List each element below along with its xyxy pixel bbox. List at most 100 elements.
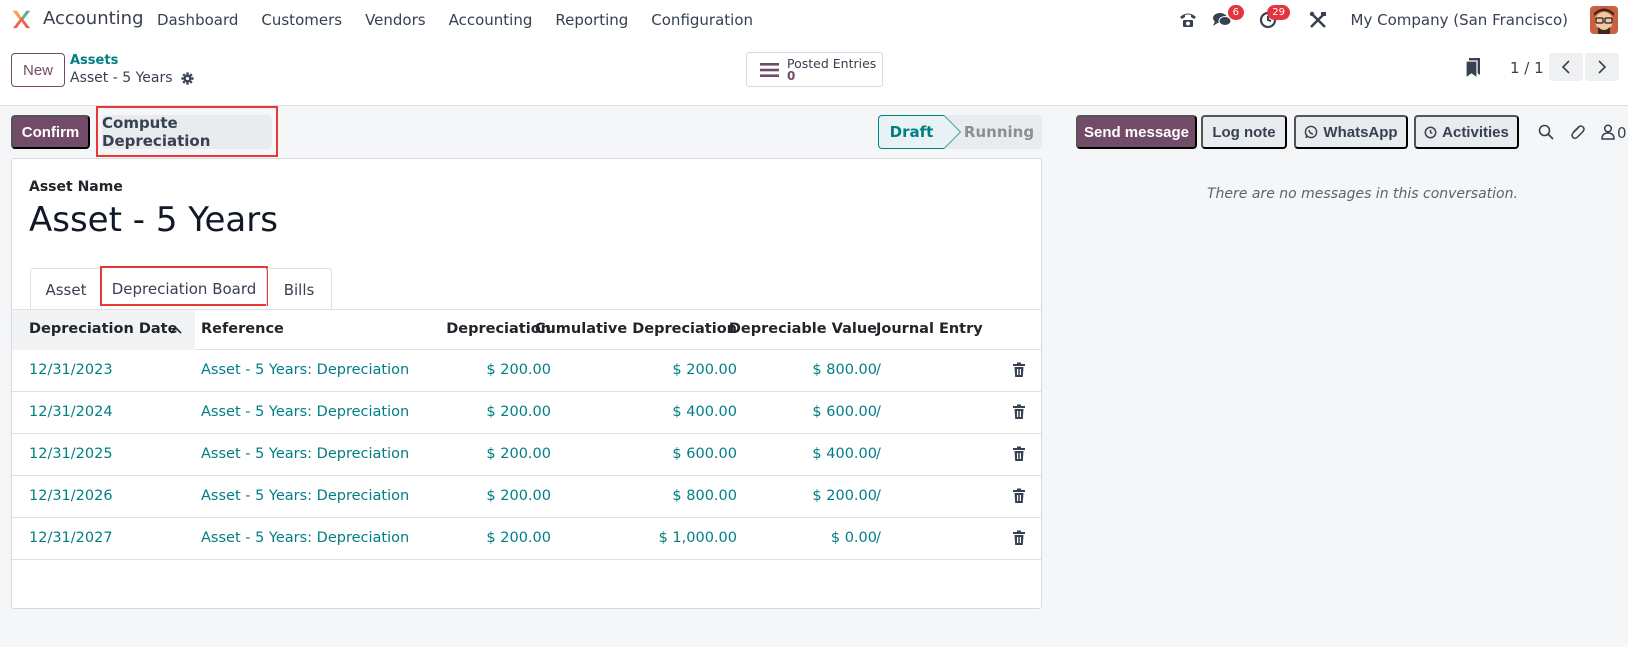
search-icon[interactable]: [1538, 124, 1554, 140]
cell-depreciation[interactable]: $ 200.00: [486, 530, 551, 546]
app-name[interactable]: Accounting: [43, 8, 144, 29]
cell-journal-entry[interactable]: /: [876, 404, 881, 420]
cell-cumulative[interactable]: $ 1,000.00: [659, 530, 737, 546]
send-message-button[interactable]: Send message: [1076, 115, 1197, 149]
table-row[interactable]: 12/31/2023 Asset - 5 Years: Depreciation $…: [12, 350, 1041, 392]
navbar-systray: 6 29 My Company (San Francisco): [1168, 0, 1628, 40]
tools-icon[interactable]: [1308, 10, 1328, 30]
cell-date[interactable]: 12/31/2027: [29, 530, 113, 546]
cell-cumulative[interactable]: $ 200.00: [672, 362, 737, 378]
clock-icon[interactable]: 29: [1258, 5, 1290, 30]
new-button[interactable]: New: [11, 53, 65, 87]
cell-reference[interactable]: Asset - 5 Years: Depreciation: [201, 530, 409, 546]
cell-depreciable-value[interactable]: $ 800.00: [812, 362, 877, 378]
activities-button[interactable]: Activities: [1414, 115, 1519, 149]
cell-reference[interactable]: Asset - 5 Years: Depreciation: [201, 488, 409, 504]
bookmark-icon[interactable]: [1464, 57, 1482, 79]
asset-name-label: Asset Name: [29, 179, 123, 195]
col-journal-entry[interactable]: Journal Entry: [876, 321, 983, 337]
confirm-button[interactable]: Confirm: [11, 115, 90, 149]
whatsapp-button[interactable]: WhatsApp: [1294, 115, 1408, 149]
col-cumulative-depreciation[interactable]: Cumulative Depreciation: [535, 321, 737, 337]
log-note-button[interactable]: Log note: [1201, 115, 1287, 149]
cell-reference[interactable]: Asset - 5 Years: Depreciation: [201, 362, 409, 378]
cell-depreciation[interactable]: $ 200.00: [486, 446, 551, 462]
cell-journal-entry[interactable]: /: [876, 446, 881, 462]
breadcrumb-assets[interactable]: Assets: [70, 53, 118, 68]
cell-date[interactable]: 12/31/2025: [29, 446, 113, 462]
phone-icon[interactable]: [1178, 10, 1198, 30]
compute-depreciation-highlight: Compute Depreciation: [96, 106, 278, 157]
form-sheet: Asset Name Asset - 5 Years Asset Depreci…: [11, 158, 1042, 609]
pager-value[interactable]: 1 / 1: [1510, 59, 1544, 77]
cell-depreciable-value[interactable]: $ 0.00: [831, 530, 877, 546]
company-switcher[interactable]: My Company (San Francisco): [1351, 11, 1568, 29]
cell-journal-entry[interactable]: /: [876, 530, 881, 546]
sort-up-icon[interactable]: [170, 326, 182, 334]
menu-dashboard[interactable]: Dashboard: [157, 11, 238, 29]
activities-label: Activities: [1442, 123, 1509, 141]
top-navbar: Accounting Dashboard Customers Vendors A…: [0, 0, 1628, 40]
col-reference[interactable]: Reference: [201, 321, 284, 337]
posted-entries-button[interactable]: Posted Entries 0: [746, 52, 883, 87]
table-row[interactable]: 12/31/2024 Asset - 5 Years: Depreciation $…: [12, 392, 1041, 434]
table-row[interactable]: 12/31/2025 Asset - 5 Years: Depreciation $…: [12, 434, 1041, 476]
trash-icon[interactable]: [1012, 446, 1026, 462]
cell-depreciable-value[interactable]: $ 400.00: [812, 446, 877, 462]
trash-icon[interactable]: [1012, 488, 1026, 504]
tab-asset[interactable]: Asset: [30, 268, 102, 310]
breadcrumb-current: Asset - 5 Years: [70, 70, 194, 86]
control-panel: New Assets Asset - 5 Years Posted Entrie…: [0, 40, 1628, 106]
cell-date[interactable]: 12/31/2023: [29, 362, 113, 378]
trash-icon[interactable]: [1012, 530, 1026, 546]
menu-accounting[interactable]: Accounting: [449, 11, 533, 29]
compute-depreciation-button[interactable]: Compute Depreciation: [102, 114, 272, 150]
cell-depreciation[interactable]: $ 200.00: [486, 404, 551, 420]
table-row[interactable]: 12/31/2027 Asset - 5 Years: Depreciation $…: [12, 518, 1041, 560]
list-icon: [760, 62, 779, 77]
user-icon[interactable]: [1601, 124, 1615, 140]
gear-icon[interactable]: [180, 71, 194, 85]
cell-depreciation[interactable]: $ 200.00: [486, 362, 551, 378]
breadcrumb-current-label: Asset - 5 Years: [70, 70, 173, 86]
paperclip-icon[interactable]: [1569, 124, 1585, 141]
cell-cumulative[interactable]: $ 800.00: [672, 488, 737, 504]
cell-date[interactable]: 12/31/2024: [29, 404, 113, 420]
menu-vendors[interactable]: Vendors: [365, 11, 426, 29]
cell-cumulative[interactable]: $ 400.00: [672, 404, 737, 420]
tab-highlight: [100, 266, 268, 306]
trash-icon[interactable]: [1012, 362, 1026, 378]
chat-bubble-icon[interactable]: 6: [1212, 5, 1244, 30]
cell-journal-entry[interactable]: /: [876, 488, 881, 504]
cell-journal-entry[interactable]: /: [876, 362, 881, 378]
menu-reporting[interactable]: Reporting: [555, 11, 628, 29]
main-menu: Dashboard Customers Vendors Accounting R…: [157, 11, 776, 29]
whatsapp-icon: [1305, 125, 1318, 139]
menu-configuration[interactable]: Configuration: [651, 11, 753, 29]
cell-reference[interactable]: Asset - 5 Years: Depreciation: [201, 404, 409, 420]
chevron-right-icon[interactable]: [1585, 53, 1619, 81]
cell-depreciable-value[interactable]: $ 200.00: [812, 488, 877, 504]
asset-name-input[interactable]: Asset - 5 Years: [29, 200, 278, 240]
posted-entries-count: 0: [787, 68, 796, 83]
cell-date[interactable]: 12/31/2026: [29, 488, 113, 504]
table-header: Depreciation Date Reference Depreciation…: [12, 310, 1041, 350]
cell-depreciable-value[interactable]: $ 600.00: [812, 404, 877, 420]
cell-cumulative[interactable]: $ 600.00: [672, 446, 737, 462]
tab-bills[interactable]: Bills: [266, 268, 332, 310]
whatsapp-label: WhatsApp: [1323, 123, 1398, 141]
trash-icon[interactable]: [1012, 404, 1026, 420]
chevron-left-icon[interactable]: [1549, 53, 1583, 81]
avatar[interactable]: [1590, 6, 1618, 34]
followers-count[interactable]: 0: [1617, 124, 1627, 142]
cell-reference[interactable]: Asset - 5 Years: Depreciation: [201, 446, 409, 462]
cell-depreciation[interactable]: $ 200.00: [486, 488, 551, 504]
menu-customers[interactable]: Customers: [261, 11, 342, 29]
col-depreciable-value[interactable]: Depreciable Value: [729, 321, 877, 337]
depreciation-table: Depreciation Date Reference Depreciation…: [12, 310, 1041, 560]
table-row[interactable]: 12/31/2026 Asset - 5 Years: Depreciation $…: [12, 476, 1041, 518]
app-logo-icon[interactable]: [10, 8, 33, 31]
stage-draft[interactable]: Draft: [878, 115, 961, 149]
col-depreciation-date[interactable]: Depreciation Date: [29, 321, 177, 337]
status-bar: Draft Running: [878, 115, 1042, 149]
